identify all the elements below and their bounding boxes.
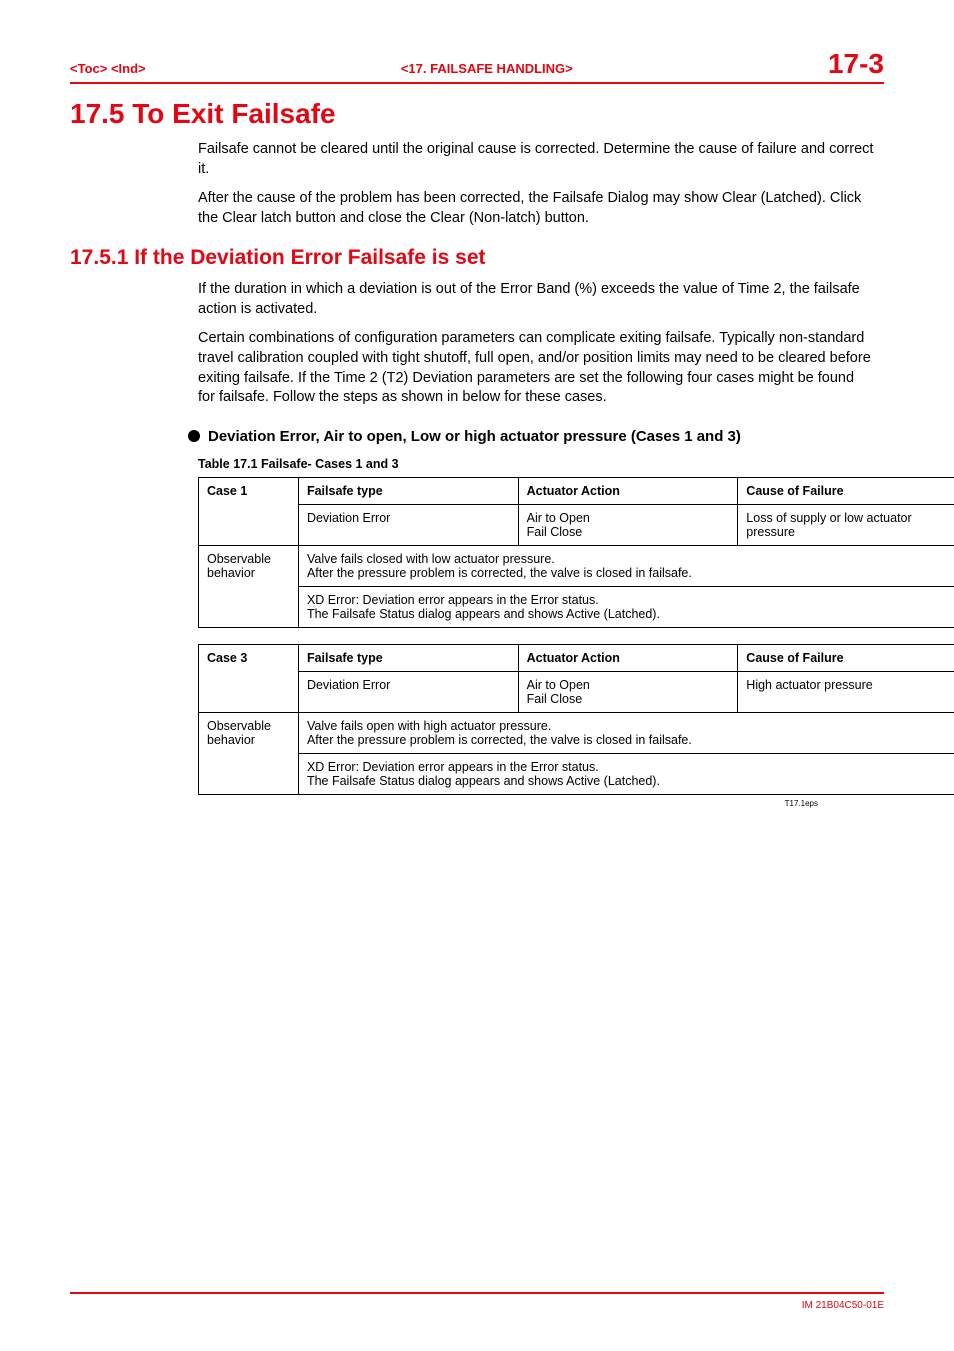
header-page-number: 17-3 [828,48,884,80]
table-note: T17.1eps [70,799,818,808]
section-para-1: Failsafe cannot be cleared until the ori… [198,140,874,179]
th-failsafe-type: Failsafe type [298,477,518,504]
page-header: <Toc> <Ind> <17. FAILSAFE HANDLING> 17-3 [70,48,884,84]
footer-docid: IM 21B04C50-01E [802,1300,884,1311]
td-failsafe-type: Deviation Error [298,504,518,545]
page-footer: IM 21B04C50-01E [70,1292,884,1311]
table-row: Case 1 Failsafe type Actuator Action Cau… [199,477,954,504]
bullet-heading: Deviation Error, Air to open, Low or hig… [188,428,884,445]
subsection-para-1: If the duration in which a deviation is … [198,280,874,319]
section-title: 17.5 To Exit Failsafe [70,98,884,130]
th-actuator-action: Actuator Action [518,477,738,504]
table-row: Deviation Error Air to OpenFail Close Lo… [199,504,954,545]
th-actuator-action: Actuator Action [518,644,738,671]
subsection-para-2: Certain combinations of configuration pa… [198,329,874,407]
bullet-text: Deviation Error, Air to open, Low or hig… [208,428,741,445]
table-row: Deviation Error Air to OpenFail Close Hi… [199,671,954,712]
table-caption: Table 17.1 Failsafe- Cases 1 and 3 [198,457,884,471]
td-observable-behavior-label: Observable behavior [199,545,299,627]
td-cause: High actuator pressure [738,671,954,712]
td-observable-behavior-2: XD Error: Deviation error appears in the… [298,586,954,627]
header-center[interactable]: <17. FAILSAFE HANDLING> [401,61,573,76]
table-row: Observable behavior Valve fails open wit… [199,712,954,753]
table-row: XD Error: Deviation error appears in the… [199,586,954,627]
table-case-1: Case 1 Failsafe type Actuator Action Cau… [198,477,954,628]
td-observable-behavior-1: Valve fails closed with low actuator pre… [298,545,954,586]
table-row: XD Error: Deviation error appears in the… [199,753,954,794]
th-cause: Cause of Failure [738,644,954,671]
table-row: Observable behavior Valve fails closed w… [199,545,954,586]
table-case-3: Case 3 Failsafe type Actuator Action Cau… [198,644,954,795]
td-observable-behavior-2: XD Error: Deviation error appears in the… [298,753,954,794]
td-observable-behavior-label: Observable behavior [199,712,299,794]
td-cause: Loss of supply or low actuator pressure [738,504,954,545]
th-cause: Cause of Failure [738,477,954,504]
section-para-2: After the cause of the problem has been … [198,189,874,228]
header-left[interactable]: <Toc> <Ind> [70,61,146,76]
th-failsafe-type: Failsafe type [298,644,518,671]
td-failsafe-type: Deviation Error [298,671,518,712]
td-actuator-action: Air to OpenFail Close [518,671,738,712]
table-row: Case 3 Failsafe type Actuator Action Cau… [199,644,954,671]
th-case: Case 1 [199,477,299,545]
subsection-title: 17.5.1 If the Deviation Error Failsafe i… [70,246,884,270]
td-observable-behavior-1: Valve fails open with high actuator pres… [298,712,954,753]
bullet-icon [188,430,200,442]
td-actuator-action: Air to OpenFail Close [518,504,738,545]
th-case: Case 3 [199,644,299,712]
